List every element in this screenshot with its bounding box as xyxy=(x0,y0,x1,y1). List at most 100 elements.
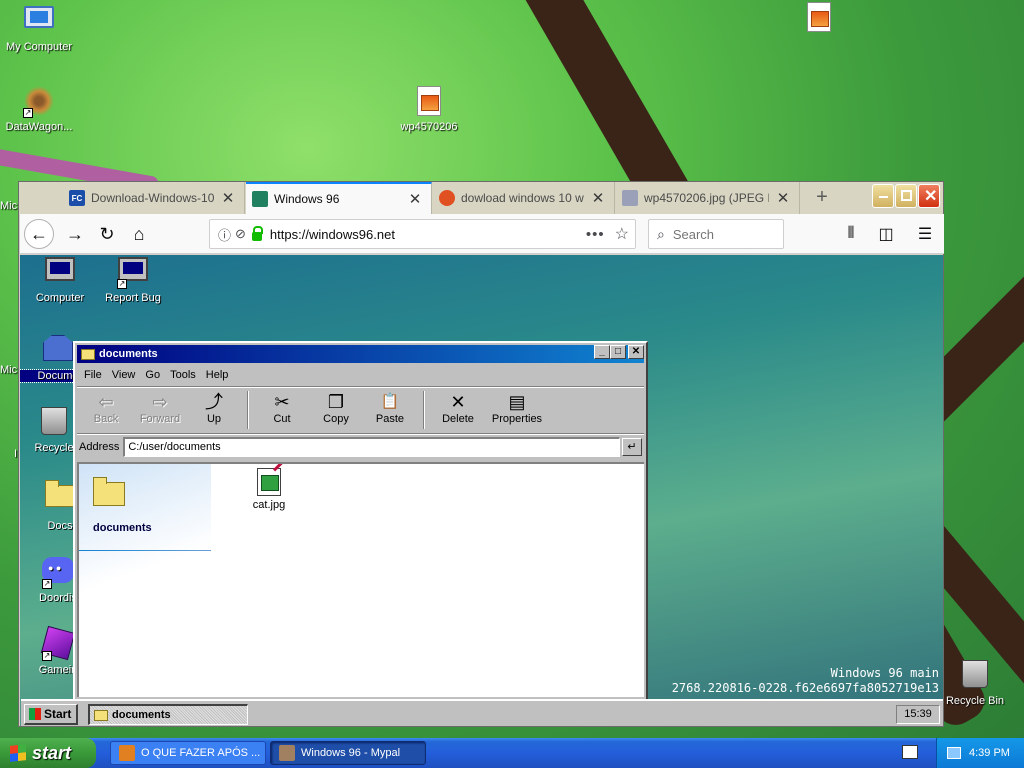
site-info-icon[interactable]: ⓘ xyxy=(218,225,231,244)
search-bar[interactable]: ⌕ xyxy=(648,219,784,249)
toolbar-divider xyxy=(247,391,249,429)
tray-clock[interactable]: 4:39 PM xyxy=(969,747,1010,759)
search-input[interactable] xyxy=(672,226,763,242)
desktop-icon-recycle-bin[interactable]: Recycle Bin xyxy=(936,658,1014,707)
tab-download-windows[interactable]: FC Download-Windows-10-W ✕ xyxy=(63,182,245,214)
tab-close-icon[interactable]: ✕ xyxy=(590,189,606,207)
folder-icon xyxy=(94,709,108,721)
library-icon[interactable]: ⫴ xyxy=(839,222,863,246)
reload-button[interactable]: ↻ xyxy=(92,219,122,249)
minimize-button[interactable]: _ xyxy=(594,345,610,359)
watermark-line: 2768.220816-0228.f62e6697fa8052719e13 xyxy=(671,681,939,695)
maximize-icon xyxy=(901,190,912,201)
w96-taskbar-item-documents[interactable]: documents xyxy=(88,704,248,725)
xp-taskbar-item-o-que-fazer[interactable]: O QUE FAZER APÓS ... xyxy=(110,741,266,765)
up-button[interactable]: ⤴ Up xyxy=(187,389,241,431)
close-button[interactable]: ✕ xyxy=(628,345,644,359)
tab-close-icon[interactable]: ✕ xyxy=(407,190,423,208)
tab-wp4570206-jpeg[interactable]: wp4570206.jpg (JPEG Im ✕ xyxy=(616,182,800,214)
toolbar-label: Delete xyxy=(442,413,474,425)
explorer-titlebar[interactable]: documents xyxy=(77,345,644,363)
shortcut-arrow-icon: ↗ xyxy=(42,579,52,589)
desktop-icon-label: DataWagon... xyxy=(5,121,73,133)
file-view: documents cat.jpg xyxy=(77,462,644,697)
w96-icon-computer[interactable]: Computer xyxy=(22,257,98,304)
image-favicon-icon xyxy=(622,190,638,206)
desktop-icon-datawagon[interactable]: ↗ DataWagon... xyxy=(0,86,78,133)
page-actions-icon[interactable]: ••• xyxy=(586,226,605,243)
file-item-cat-jpg[interactable]: cat.jpg xyxy=(239,468,299,511)
maximize-button[interactable]: □ xyxy=(610,345,626,359)
xp-taskbar-item-windows96-mypal[interactable]: Windows 96 - Mypal xyxy=(270,741,426,765)
delete-button[interactable]: ✕ Delete xyxy=(431,389,485,431)
w96-start-button[interactable]: Start xyxy=(24,704,78,725)
scissors-icon: ✂ xyxy=(274,392,290,412)
minimize-icon xyxy=(879,196,888,198)
desktop-icon-jpeg[interactable] xyxy=(780,2,858,37)
image-file-icon xyxy=(257,468,281,496)
menu-tools[interactable]: Tools xyxy=(165,367,201,385)
xp-start-button[interactable]: start xyxy=(0,738,96,768)
new-tab-button[interactable]: + xyxy=(806,182,838,214)
bookmark-star-icon[interactable]: ☆ xyxy=(615,224,629,244)
windows-logo-icon xyxy=(10,744,26,762)
desktop-icon-label: My Computer xyxy=(5,41,73,53)
w96-clock[interactable]: 15:39 xyxy=(896,705,940,724)
desktop-icon-label: Recycle Bin xyxy=(945,695,1005,707)
home-button[interactable]: ⌂ xyxy=(124,219,154,249)
lock-icon xyxy=(251,225,263,241)
search-icon: ⌕ xyxy=(657,225,665,242)
game-cube-icon: ↗ xyxy=(40,625,76,661)
keyboard-icon[interactable] xyxy=(902,745,918,759)
forward-button[interactable]: → xyxy=(60,219,90,249)
start-label: start xyxy=(32,742,72,763)
properties-icon: ▤ xyxy=(508,392,526,412)
tab-windows-96[interactable]: Windows 96 ✕ xyxy=(246,182,432,214)
documents-folder-icon xyxy=(42,335,74,367)
forward-button[interactable]: ⇨ Forward xyxy=(133,389,187,431)
network-icon[interactable] xyxy=(947,747,961,759)
url-text[interactable]: https://windows96.net xyxy=(270,227,586,242)
tab-close-icon[interactable]: ✕ xyxy=(775,189,791,207)
cut-button[interactable]: ✂ Cut xyxy=(255,389,309,431)
menu-hamburger-icon[interactable]: ☰ xyxy=(913,222,937,246)
copy-button[interactable]: ❐ Copy xyxy=(309,389,363,431)
tab-title: Download-Windows-10-W xyxy=(91,191,214,205)
tab-strip: FC Download-Windows-10-W ✕ Windows 96 ✕ … xyxy=(19,182,943,214)
close-icon: ✕ xyxy=(924,188,938,205)
go-button[interactable]: ↵ xyxy=(622,438,642,456)
paste-button[interactable]: 📋 Paste xyxy=(363,389,417,431)
maximize-button[interactable] xyxy=(895,184,917,208)
menu-help[interactable]: Help xyxy=(201,367,234,385)
back-button[interactable]: ← xyxy=(24,219,54,249)
explorer-window: documents _ □ ✕ File View Go Tools Help … xyxy=(73,341,648,701)
folder-info-panel: documents xyxy=(79,464,211,697)
close-window-button[interactable]: ✕ xyxy=(918,184,940,208)
menu-view[interactable]: View xyxy=(107,367,141,385)
url-bar[interactable]: ⓘ ⊘ https://windows96.net ••• ☆ xyxy=(209,219,636,249)
properties-button[interactable]: ▤ Properties xyxy=(485,389,549,431)
shortcut-arrow-icon: ↗ xyxy=(23,108,33,118)
jpeg-file-icon xyxy=(803,2,835,34)
desktop-icon-my-computer[interactable]: My Computer xyxy=(0,4,78,53)
w96-taskbar: Start documents 15:39 xyxy=(21,699,943,726)
xp-taskbar: start O QUE FAZER APÓS ... Windows 96 - … xyxy=(0,738,1024,768)
toolbar-label: Back xyxy=(93,413,119,425)
discord-icon: ↗ xyxy=(42,557,74,589)
report-bug-icon: ↗ xyxy=(117,257,149,289)
tab-title: dowload windows 10 wall xyxy=(461,191,584,205)
minimize-button[interactable] xyxy=(872,184,894,208)
sidebar-icon[interactable]: ◫ xyxy=(874,222,898,246)
address-field[interactable]: C:/user/documents xyxy=(123,437,620,457)
back-button[interactable]: ⇦ Back xyxy=(79,389,133,431)
tracking-protection-icon[interactable]: ⊘ xyxy=(235,226,246,242)
desktop-icon-wp4570206[interactable]: wp4570206 xyxy=(390,86,468,133)
address-bar: Address C:/user/documents ↵ xyxy=(79,436,642,458)
menu-file[interactable]: File xyxy=(79,367,107,385)
tab-dowload-wallpaper[interactable]: dowload windows 10 wall ✕ xyxy=(433,182,615,214)
w96-icon-report-bug[interactable]: ↗ Report Bug xyxy=(95,257,171,304)
menu-go[interactable]: Go xyxy=(140,367,165,385)
tab-close-icon[interactable]: ✕ xyxy=(220,189,236,207)
go-arrow-icon: ↵ xyxy=(627,441,637,453)
mypal-icon xyxy=(279,745,295,761)
